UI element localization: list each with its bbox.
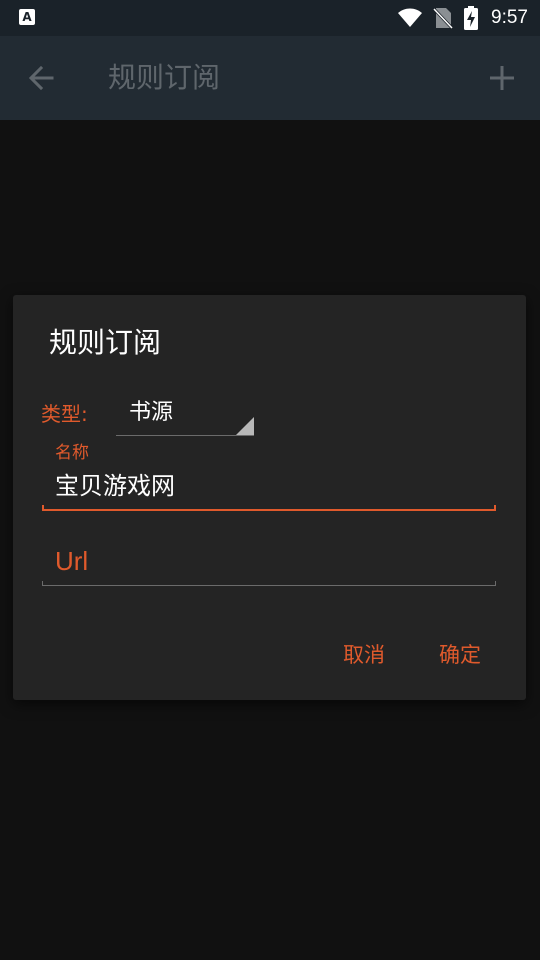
field-underline-tick [42, 581, 43, 586]
dropdown-triangle-icon [236, 417, 254, 435]
plus-icon [490, 66, 514, 90]
wifi-icon [398, 8, 423, 27]
no-sim-icon [433, 7, 454, 29]
type-spinner[interactable]: 书源 [116, 393, 254, 436]
battery-charging-icon [464, 6, 479, 30]
name-field-value: 宝贝游戏网 [55, 472, 175, 500]
status-time: 9:57 [491, 7, 528, 28]
name-field[interactable]: 宝贝游戏网 [42, 465, 496, 511]
dialog-title: 规则订阅 [49, 326, 162, 359]
add-button[interactable] [482, 58, 522, 98]
rule-subscription-dialog: 规则订阅 类型: 书源 名称 宝贝游戏网 Url 取消 确定 [13, 295, 526, 700]
app-notification-icon: A [19, 9, 35, 25]
status-bar: A 9:57 [0, 0, 540, 36]
page-title: 规则订阅 [108, 61, 221, 94]
type-label: 类型: [41, 402, 88, 426]
type-spinner-value: 书源 [129, 400, 174, 425]
field-underline-tick [495, 581, 496, 586]
app-toolbar: 规则订阅 [0, 36, 540, 120]
status-icons: 9:57 [397, 6, 528, 30]
arrow-left-icon [28, 65, 54, 91]
back-button[interactable] [22, 58, 62, 98]
url-field[interactable]: Url [42, 541, 496, 586]
url-field-placeholder: Url [55, 546, 89, 576]
cancel-button[interactable]: 取消 [343, 640, 385, 670]
field-underline-tick [42, 505, 44, 511]
confirm-button[interactable]: 确定 [439, 640, 481, 670]
name-field-label: 名称 [55, 443, 89, 463]
field-underline-tick [494, 505, 496, 511]
